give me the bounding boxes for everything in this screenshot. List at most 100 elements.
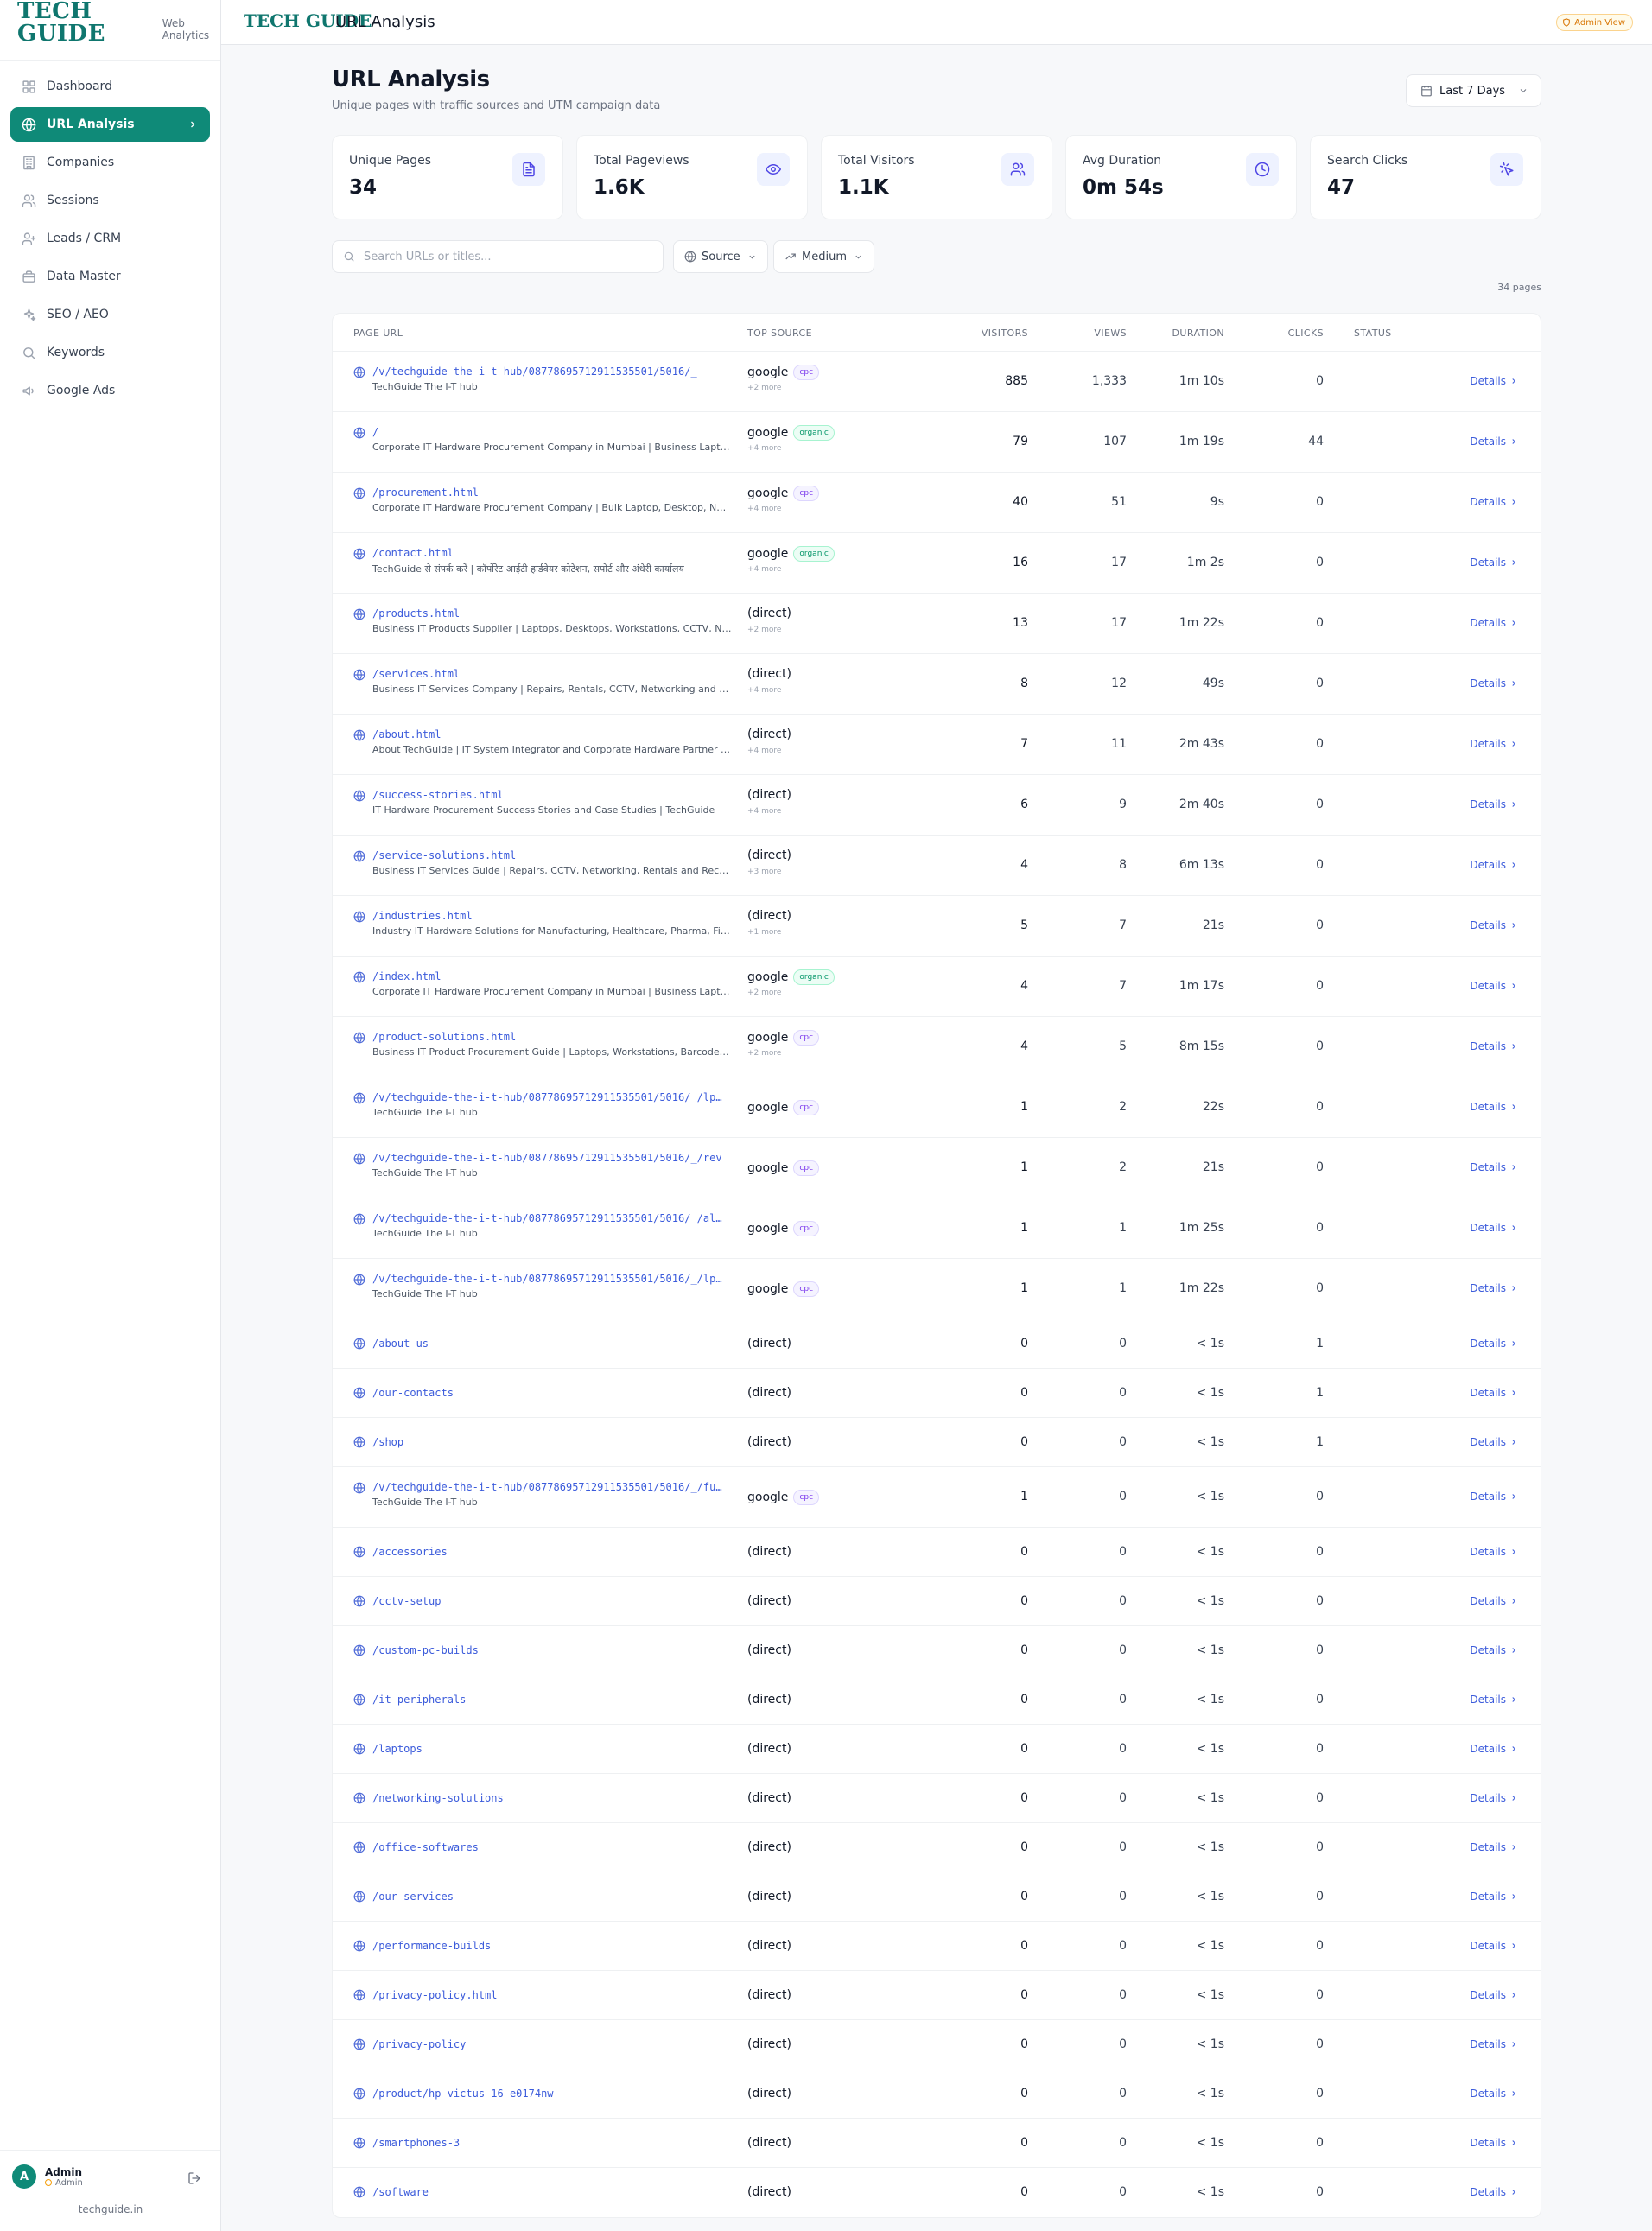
sidebar-item-sessions[interactable]: Sessions — [10, 183, 210, 218]
page-url-link[interactable]: /performance-builds — [372, 1940, 727, 1952]
page-url-link[interactable]: /laptops — [372, 1743, 727, 1755]
page-url-link[interactable]: /software — [372, 2186, 727, 2198]
details-button[interactable]: Details — [1470, 1841, 1518, 1853]
details-button[interactable]: Details — [1470, 1743, 1518, 1755]
details-button[interactable]: Details — [1470, 375, 1518, 387]
details-button[interactable]: Details — [1470, 1595, 1518, 1607]
col-duration[interactable]: DURATION — [1172, 327, 1224, 339]
table-row[interactable]: /performance-builds (direct) 0 0 < 1s 0 De… — [333, 1922, 1541, 1971]
details-button[interactable]: Details — [1470, 1338, 1518, 1350]
col-visitors[interactable]: VISITORS — [982, 327, 1028, 339]
more-sources[interactable]: +4 more — [747, 505, 781, 513]
details-button[interactable]: Details — [1470, 2038, 1518, 2050]
table-row[interactable]: /it-peripherals (direct) 0 0 < 1s 0 Detail… — [333, 1675, 1541, 1725]
details-button[interactable]: Details — [1470, 2137, 1518, 2149]
more-sources[interactable]: +3 more — [747, 868, 781, 876]
table-row[interactable]: /about-us (direct) 0 0 < 1s 1 Details — [333, 1319, 1541, 1369]
page-url-link[interactable]: /contact.html — [372, 547, 727, 559]
page-url-link[interactable]: /success-stories.html — [372, 789, 727, 801]
col-views[interactable]: VIEWS — [1094, 327, 1127, 339]
details-button[interactable]: Details — [1470, 1940, 1518, 1952]
table-row[interactable]: /index.html Corporate IT Hardware Procure… — [333, 957, 1541, 1017]
details-button[interactable]: Details — [1470, 1792, 1518, 1804]
page-url-link[interactable]: /shop — [372, 1436, 727, 1448]
details-button[interactable]: Details — [1470, 859, 1518, 871]
table-row[interactable]: /v/techguide-the-i-t-hub/087786957129115… — [333, 1259, 1541, 1319]
page-url-link[interactable]: /index.html — [372, 970, 727, 982]
details-button[interactable]: Details — [1470, 1282, 1518, 1294]
page-url-link[interactable]: /products.html — [372, 607, 727, 620]
sidebar-item-seo-aeo[interactable]: SEO / AEO — [10, 297, 210, 332]
page-url-link[interactable]: /v/techguide-the-i-t-hub/087786957129115… — [372, 365, 727, 378]
table-row[interactable]: /custom-pc-builds (direct) 0 0 < 1s 0 Deta… — [333, 1626, 1541, 1675]
table-row[interactable]: /industries.html Industry IT Hardware Sol… — [333, 896, 1541, 957]
table-row[interactable]: /our-services (direct) 0 0 < 1s 0 Details — [333, 1872, 1541, 1922]
details-button[interactable]: Details — [1470, 1387, 1518, 1399]
page-url-link[interactable]: /v/techguide-the-i-t-hub/087786957129115… — [372, 1273, 727, 1285]
page-url-link[interactable]: /cctv-setup — [372, 1595, 727, 1607]
details-button[interactable]: Details — [1470, 496, 1518, 508]
details-button[interactable]: Details — [1470, 738, 1518, 750]
col-page-url[interactable]: PAGE URL — [353, 327, 403, 339]
table-row[interactable]: /software (direct) 0 0 < 1s 0 Details — [333, 2168, 1541, 2217]
table-row[interactable]: /service-solutions.html Business IT Servi… — [333, 836, 1541, 896]
table-row[interactable]: /v/techguide-the-i-t-hub/087786957129115… — [333, 1467, 1541, 1528]
search-box[interactable] — [332, 240, 664, 273]
col-clicks[interactable]: CLICKS — [1288, 327, 1324, 339]
table-row[interactable]: /v/techguide-the-i-t-hub/087786957129115… — [333, 352, 1541, 412]
more-sources[interactable]: +1 more — [747, 928, 781, 937]
details-button[interactable]: Details — [1470, 1891, 1518, 1903]
table-row[interactable]: /smartphones-3 (direct) 0 0 < 1s 0 Details — [333, 2119, 1541, 2168]
page-url-link[interactable]: /accessories — [372, 1546, 727, 1558]
details-button[interactable]: Details — [1470, 1694, 1518, 1706]
table-row[interactable]: /our-contacts (direct) 0 0 < 1s 1 Details — [333, 1369, 1541, 1418]
page-url-link[interactable]: /office-softwares — [372, 1841, 727, 1853]
more-sources[interactable]: +4 more — [747, 807, 781, 816]
details-button[interactable]: Details — [1470, 2088, 1518, 2100]
table-row[interactable]: /v/techguide-the-i-t-hub/087786957129115… — [333, 1077, 1541, 1138]
col-top-source[interactable]: TOP SOURCE — [747, 327, 812, 339]
details-button[interactable]: Details — [1470, 980, 1518, 992]
sidebar-item-companies[interactable]: Companies — [10, 145, 210, 180]
user-profile[interactable]: A Admin Admin — [12, 2164, 83, 2189]
page-url-link[interactable]: /networking-solutions — [372, 1792, 727, 1804]
page-url-link[interactable]: /our-services — [372, 1891, 727, 1903]
more-sources[interactable]: +4 more — [747, 747, 781, 755]
details-button[interactable]: Details — [1470, 1546, 1518, 1558]
sidebar-item-google-ads[interactable]: Google Ads — [10, 373, 210, 408]
table-row[interactable]: /accessories (direct) 0 0 < 1s 0 Details — [333, 1528, 1541, 1577]
details-button[interactable]: Details — [1470, 1644, 1518, 1656]
logout-icon[interactable] — [187, 2171, 201, 2185]
table-row[interactable]: /product-solutions.html Business IT Produ… — [333, 1017, 1541, 1077]
page-url-link[interactable]: /product-solutions.html — [372, 1031, 727, 1043]
sidebar-item-keywords[interactable]: Keywords — [10, 335, 210, 370]
page-url-link[interactable]: /v/techguide-the-i-t-hub/087786957129115… — [372, 1212, 727, 1224]
table-row[interactable]: /v/techguide-the-i-t-hub/087786957129115… — [333, 1138, 1541, 1198]
details-button[interactable]: Details — [1470, 1222, 1518, 1234]
page-url-link[interactable]: /v/techguide-the-i-t-hub/087786957129115… — [372, 1152, 727, 1164]
brand[interactable]: TECH GUIDE Web Analytics — [17, 0, 220, 45]
page-url-link[interactable]: /it-peripherals — [372, 1694, 727, 1706]
search-input[interactable] — [364, 250, 649, 264]
details-button[interactable]: Details — [1470, 435, 1518, 448]
table-row[interactable]: /services.html Business IT Services Compa… — [333, 654, 1541, 715]
table-row[interactable]: /privacy-policy (direct) 0 0 < 1s 0 Detail… — [333, 2020, 1541, 2069]
page-url-link[interactable]: /v/techguide-the-i-t-hub/087786957129115… — [372, 1481, 727, 1493]
table-row[interactable]: /procurement.html Corporate IT Hardware P… — [333, 473, 1541, 533]
page-url-link[interactable]: /procurement.html — [372, 486, 727, 499]
details-button[interactable]: Details — [1470, 677, 1518, 690]
medium-filter-button[interactable]: Medium — [773, 240, 874, 273]
page-url-link[interactable]: /our-contacts — [372, 1387, 727, 1399]
page-url-link[interactable]: /industries.html — [372, 910, 727, 922]
page-url-link[interactable]: / — [372, 426, 727, 438]
sidebar-item-data-master[interactable]: Data Master — [10, 259, 210, 294]
page-url-link[interactable]: /service-solutions.html — [372, 849, 727, 861]
table-row[interactable]: /laptops (direct) 0 0 < 1s 0 Details — [333, 1725, 1541, 1774]
page-url-link[interactable]: /smartphones-3 — [372, 2137, 727, 2149]
table-row[interactable]: /about.html About TechGuide | IT System I… — [333, 715, 1541, 775]
table-row[interactable]: /cctv-setup (direct) 0 0 < 1s 0 Details — [333, 1577, 1541, 1626]
details-button[interactable]: Details — [1470, 1040, 1518, 1052]
page-url-link[interactable]: /services.html — [372, 668, 727, 680]
sidebar-item-url-analysis[interactable]: URL Analysis — [10, 107, 210, 142]
table-row[interactable]: /office-softwares (direct) 0 0 < 1s 0 Deta… — [333, 1823, 1541, 1872]
